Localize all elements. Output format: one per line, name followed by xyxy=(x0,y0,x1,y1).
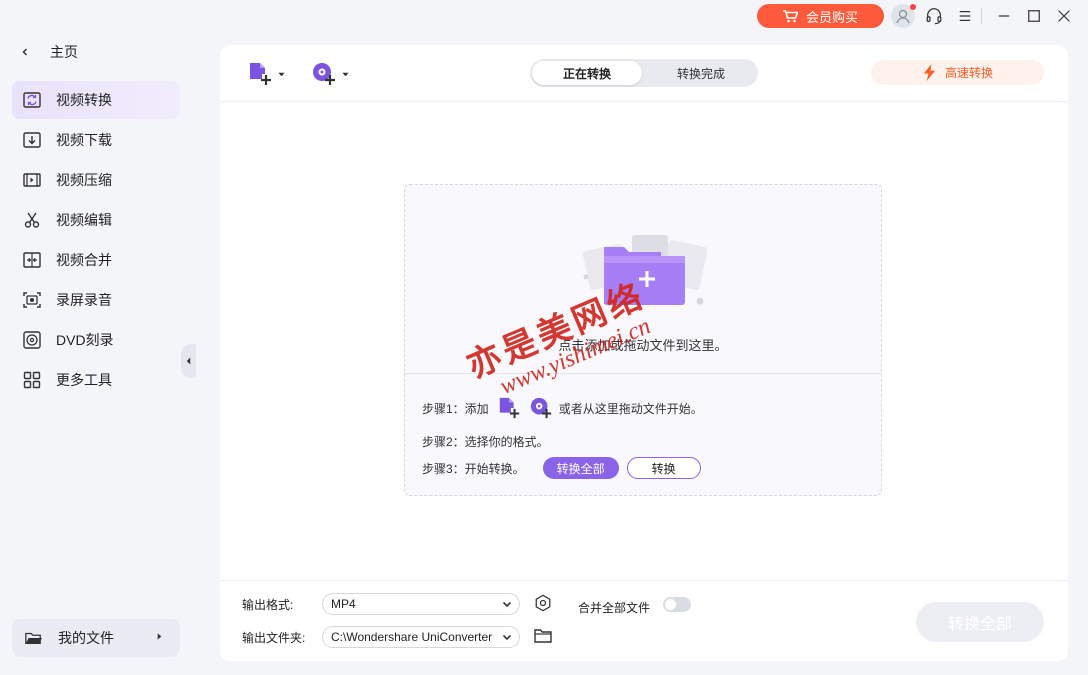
convert-all-button[interactable]: 转换全部 xyxy=(916,602,1044,642)
output-folder-select[interactable]: C:\Wondershare UniConverter xyxy=(322,626,520,648)
sidebar-item-label: 视频下载 xyxy=(56,132,112,148)
merge-all-toggle[interactable] xyxy=(663,597,691,612)
output-format-value: MP4 xyxy=(331,597,356,611)
fast-convert-button[interactable]: 高速转换 xyxy=(871,60,1044,85)
sidebar-item-label: 视频合并 xyxy=(56,252,112,268)
output-folder-label: 输出文件夹: xyxy=(242,631,306,645)
my-files-label: 我的文件 xyxy=(58,630,114,646)
step-3: 步骤3：开始转换。 转换全部 转换 xyxy=(422,457,701,479)
lightning-icon xyxy=(923,64,936,81)
folder-icon[interactable] xyxy=(534,628,552,644)
status-tabs: 正在转换 转换完成 xyxy=(530,59,758,87)
step-1: 步骤1：添加 或者从这里拖动文件开始。 xyxy=(422,397,703,419)
sidebar-collapse-button[interactable] xyxy=(181,344,196,378)
sidebar-item-video-convert[interactable]: 视频转换 xyxy=(12,81,180,119)
merge-all-label: 合并全部文件 xyxy=(578,601,651,615)
home-label: 主页 xyxy=(50,44,78,60)
fast-convert-label: 高速转换 xyxy=(944,66,993,80)
main-panel: 正在转换 转换完成 高速转换 点击添加或拖动文件到这里。 步骤1：添加 或者从这… xyxy=(220,45,1068,661)
chevron-right-icon xyxy=(157,633,162,640)
title-bar: 会员购买 xyxy=(0,0,1088,34)
add-disc-icon xyxy=(313,63,335,85)
sidebar-item-video-edit[interactable]: 视频编辑 xyxy=(12,201,180,239)
sidebar-item-label: DVD刻录 xyxy=(56,332,114,348)
drop-hint: 点击添加或拖动文件到这里。 xyxy=(558,338,728,353)
step3-prefix: 步骤3：开始转换。 xyxy=(422,461,525,476)
format-settings-icon[interactable] xyxy=(534,594,552,612)
add-file-button[interactable] xyxy=(247,61,286,87)
add-file-icon xyxy=(250,63,271,85)
tab-completed[interactable]: 转换完成 xyxy=(646,61,756,85)
vip-purchase-label: 会员购买 xyxy=(805,9,858,25)
convert-icon xyxy=(23,92,41,108)
output-folder-value: C:\Wondershare UniConverter xyxy=(331,630,493,644)
sidebar-item-more-tools[interactable]: 更多工具 xyxy=(12,361,180,399)
compress-icon xyxy=(23,173,41,187)
vip-purchase-button[interactable]: 会员购买 xyxy=(757,4,884,28)
add-disc-button[interactable] xyxy=(311,61,350,87)
titlebar-divider xyxy=(981,8,982,24)
add-folder-illustration xyxy=(583,235,708,305)
step1-suffix: 或者从这里拖动文件开始。 xyxy=(558,401,703,416)
cart-icon xyxy=(782,9,798,22)
sidebar-item-video-download[interactable]: 视频下载 xyxy=(12,121,180,159)
bottom-bar: 输出格式: MP4 合并全部文件 输出文件夹: C:\Wondershare U… xyxy=(220,580,1068,661)
main-toolbar: 正在转换 转换完成 高速转换 xyxy=(220,45,1068,102)
chevron-left-icon xyxy=(186,357,190,365)
sidebar-item-dvd-burn[interactable]: DVD刻录 xyxy=(12,321,180,359)
grid-icon xyxy=(23,371,41,389)
avatar[interactable] xyxy=(891,4,916,28)
output-format-label: 输出格式: xyxy=(242,598,294,612)
headset-icon[interactable] xyxy=(923,5,945,27)
convert-all-step-button[interactable]: 转换全部 xyxy=(542,457,619,479)
dvd-icon xyxy=(23,331,41,349)
step-2: 步骤2：选择你的格式。 xyxy=(422,435,549,449)
add-disc-icon[interactable] xyxy=(529,396,553,420)
my-files-button[interactable]: 我的文件 xyxy=(12,619,180,657)
tab-converting[interactable]: 正在转换 xyxy=(532,61,642,85)
sidebar-item-label: 更多工具 xyxy=(56,372,112,388)
sidebar-item-screen-record[interactable]: 录屏录音 xyxy=(12,281,180,319)
close-icon[interactable] xyxy=(1053,5,1075,27)
download-icon xyxy=(23,132,41,148)
scissors-icon xyxy=(24,212,40,228)
sidebar: 主页 视频转换 视频下载 视频压缩 视频编辑 视频合并 录屏录音 DVD刻录 更… xyxy=(0,34,196,675)
chevron-left-icon xyxy=(22,48,28,56)
sidebar-nav: 视频转换 视频下载 视频压缩 视频编辑 视频合并 录屏录音 DVD刻录 更多工具 xyxy=(12,81,180,401)
sidebar-item-label: 录屏录音 xyxy=(56,292,112,308)
minimize-icon[interactable] xyxy=(993,5,1015,27)
record-icon xyxy=(23,292,41,308)
menu-icon[interactable] xyxy=(954,5,976,27)
sidebar-item-label: 视频压缩 xyxy=(56,172,112,188)
sidebar-item-video-merge[interactable]: 视频合并 xyxy=(12,241,180,279)
chevron-down-icon xyxy=(278,72,285,76)
chevron-down-icon xyxy=(502,601,512,608)
drop-zone[interactable]: 点击添加或拖动文件到这里。 步骤1：添加 或者从这里拖动文件开始。 步骤2：选择… xyxy=(404,184,882,496)
merge-icon xyxy=(23,252,41,268)
chevron-down-icon xyxy=(342,72,349,76)
output-format-select[interactable]: MP4 xyxy=(322,593,520,615)
sidebar-item-label: 视频转换 xyxy=(56,92,112,108)
notification-dot xyxy=(910,4,916,10)
chevron-down-icon xyxy=(502,634,512,641)
convert-step-button[interactable]: 转换 xyxy=(626,457,701,479)
step1-prefix: 步骤1：添加 xyxy=(422,401,489,416)
add-file-icon[interactable] xyxy=(497,396,521,420)
folder-open-icon xyxy=(25,632,42,645)
sidebar-item-video-compress[interactable]: 视频压缩 xyxy=(12,161,180,199)
maximize-icon[interactable] xyxy=(1023,5,1045,27)
sidebar-item-label: 视频编辑 xyxy=(56,212,112,228)
dropzone-divider xyxy=(405,373,881,374)
home-link[interactable]: 主页 xyxy=(20,42,78,62)
